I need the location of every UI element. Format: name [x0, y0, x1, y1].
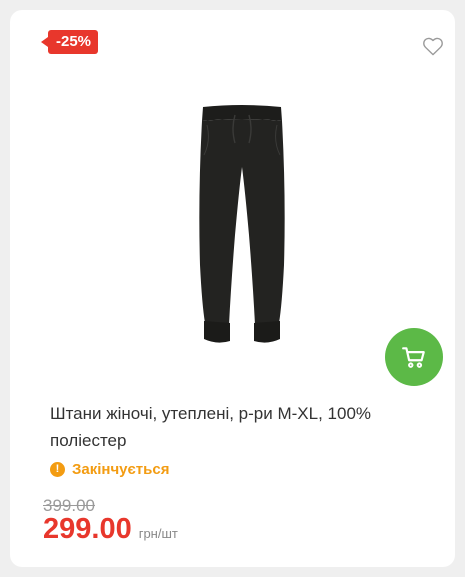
discount-badge: -25% [40, 30, 99, 54]
product-image[interactable] [195, 105, 290, 350]
shopping-cart-icon [402, 347, 425, 368]
heart-outline-icon[interactable] [422, 36, 444, 56]
exclamation-icon: ! [50, 462, 65, 477]
add-to-cart-button[interactable] [385, 328, 443, 386]
product-card[interactable]: -25% Штани жіночі, утеплені, р-ри M-XL, … [10, 10, 455, 567]
price-unit: грн/шт [138, 526, 178, 541]
stock-status: ! Закінчується [50, 461, 169, 478]
product-title[interactable]: Штани жіночі, утеплені, р-ри M-XL, 100% … [50, 400, 450, 454]
current-price: 299.00 [43, 513, 132, 545]
price-row: 299.00 грн/шт [43, 513, 178, 546]
stock-status-label: Закінчується [72, 461, 170, 478]
